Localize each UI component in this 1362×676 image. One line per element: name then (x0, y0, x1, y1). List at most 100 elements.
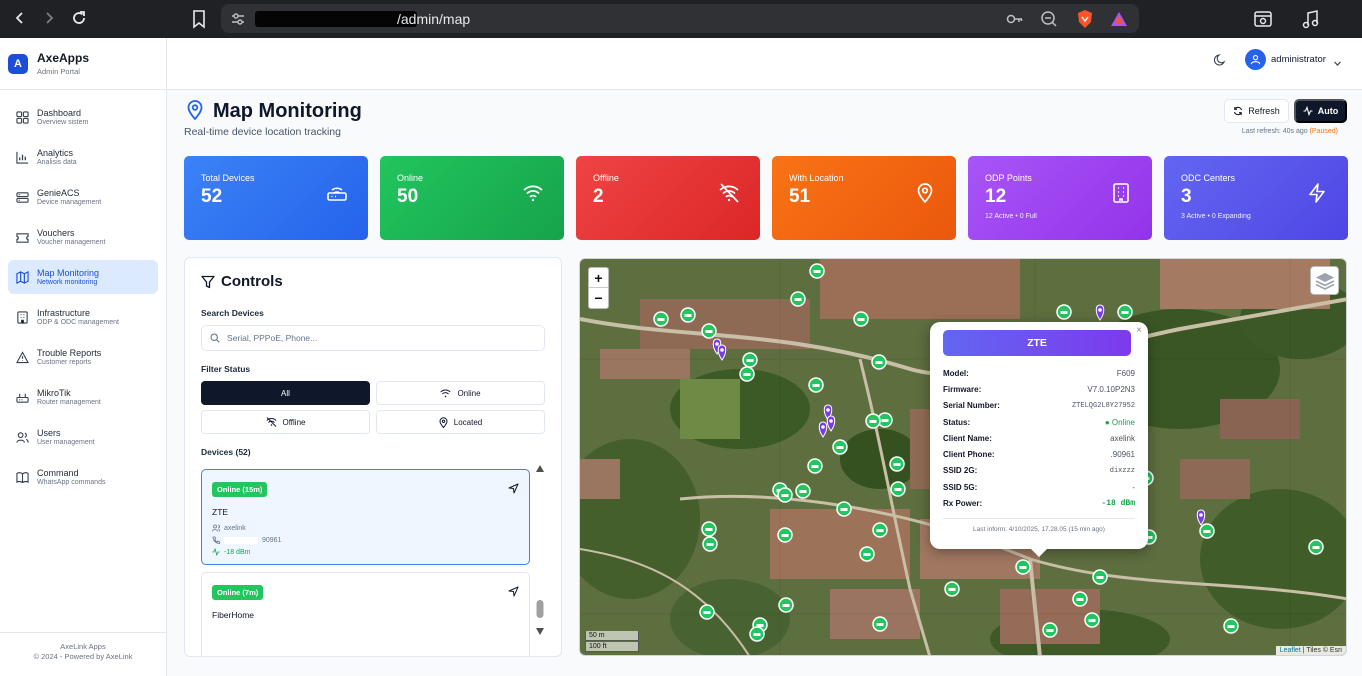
onu-marker[interactable] (777, 527, 793, 543)
auto-refresh-button[interactable]: Auto (1294, 99, 1347, 123)
address-bar[interactable]: /admin/map (221, 4, 1139, 33)
refresh-button[interactable]: Refresh (1224, 99, 1289, 123)
onu-marker[interactable] (853, 311, 869, 327)
device-list-item[interactable]: Online (15m) ZTE axelink 90961 -18 dBm (201, 469, 530, 565)
onu-marker[interactable] (1072, 591, 1088, 607)
filter-online-button[interactable]: Online (376, 381, 545, 405)
sidebar-item-infrastructure[interactable]: Infrastructure ODP & ODC management (8, 300, 158, 334)
navigate-icon[interactable] (508, 481, 519, 494)
chevron-down-icon[interactable] (1333, 55, 1342, 66)
zoom-out-button[interactable]: − (589, 288, 608, 308)
username[interactable]: administrator (1271, 54, 1326, 65)
onu-marker[interactable] (701, 521, 717, 537)
close-icon[interactable]: × (1136, 325, 1142, 336)
onu-marker[interactable] (832, 439, 848, 455)
controls-panel: Controls Search Devices Filter Status Al… (184, 257, 562, 657)
onu-marker[interactable] (701, 323, 717, 339)
onu-marker[interactable] (1092, 569, 1108, 585)
onu-marker[interactable] (807, 458, 823, 474)
onu-marker[interactable] (1117, 304, 1133, 320)
brave-shield-icon[interactable] (1075, 9, 1095, 29)
sidebar-item-mikrotik[interactable]: MikroTik Router management (8, 380, 158, 414)
popup-row: Status: ● Online (943, 414, 1135, 430)
device-list-scrollbar[interactable] (535, 464, 545, 642)
device-user: axelink (212, 524, 519, 532)
bar-chart-icon (16, 151, 29, 164)
sidebar-item-trouble-reports[interactable]: Trouble Reports Customer reports (8, 340, 158, 374)
site-settings-icon[interactable] (229, 10, 247, 28)
sidebar-item-analytics[interactable]: Analytics Analisis data (8, 140, 158, 174)
onu-marker[interactable] (1199, 523, 1215, 539)
router-icon (326, 182, 348, 204)
brand[interactable]: A AxeApps Admin Portal (0, 38, 166, 90)
onu-marker[interactable] (653, 311, 669, 327)
onu-marker[interactable] (1084, 612, 1100, 628)
brave-rewards-icon[interactable] (1109, 9, 1129, 29)
sidebar-item-genieacs[interactable]: GenieACS Device management (8, 180, 158, 214)
reload-icon[interactable] (64, 3, 94, 33)
filter-located-button[interactable]: Located (376, 410, 545, 434)
onu-marker[interactable] (1015, 559, 1031, 575)
onu-marker[interactable] (872, 616, 888, 632)
zoom-out-icon[interactable] (1039, 9, 1059, 29)
sidebar-item-sub: Analisis data (37, 159, 77, 166)
onu-marker[interactable] (865, 413, 881, 429)
filter-offline-button[interactable]: Offline (201, 410, 370, 434)
sidebar-item-sub: Overview sistem (37, 119, 89, 126)
brand-logo: A (8, 53, 28, 74)
wifi-icon (440, 389, 451, 397)
onu-marker[interactable] (808, 377, 824, 393)
key-icon[interactable] (1005, 9, 1025, 29)
page-title: Map Monitoring (213, 100, 362, 122)
theme-toggle-moon-icon[interactable] (1213, 53, 1227, 67)
onu-marker[interactable] (871, 354, 887, 370)
map-icon (16, 270, 29, 284)
onu-marker[interactable] (890, 481, 906, 497)
onu-marker[interactable] (680, 307, 696, 323)
onu-marker[interactable] (836, 501, 852, 517)
onu-marker[interactable] (739, 366, 755, 382)
sidebar-item-users[interactable]: Users User management (8, 420, 158, 454)
popup-value: dixzzz (1109, 466, 1135, 475)
onu-marker[interactable] (1223, 618, 1239, 634)
onu-marker[interactable] (749, 626, 765, 642)
onu-marker[interactable] (809, 263, 825, 279)
onu-marker[interactable] (699, 604, 715, 620)
onu-marker[interactable] (778, 597, 794, 613)
screenshot-icon[interactable] (1252, 8, 1274, 30)
search-input[interactable] (227, 333, 527, 343)
onu-marker[interactable] (702, 536, 718, 552)
onu-marker[interactable] (889, 456, 905, 472)
media-icon[interactable] (1300, 8, 1322, 30)
sidebar-item-vouchers[interactable]: Vouchers Voucher management (8, 220, 158, 254)
zoom-in-button[interactable]: + (589, 268, 608, 288)
back-icon[interactable] (5, 3, 35, 33)
user-icon (1250, 55, 1261, 65)
onu-marker[interactable] (777, 487, 793, 503)
sidebar-item-dashboard[interactable]: Dashboard Overview sistem (8, 100, 158, 134)
sidebar-item-map-monitoring[interactable]: Map Monitoring Network monitoring (8, 260, 158, 294)
onu-marker[interactable] (790, 291, 806, 307)
users-icon (16, 431, 29, 443)
bookmark-icon[interactable] (188, 8, 210, 30)
device-list-item[interactable]: Online (7m) FiberHome (201, 572, 530, 656)
onu-marker[interactable] (1056, 304, 1072, 320)
onu-marker[interactable] (872, 522, 888, 538)
avatar[interactable] (1245, 49, 1266, 70)
forward-icon[interactable] (34, 3, 64, 33)
layers-button[interactable] (1310, 266, 1339, 295)
popup-key: Rx Power: (943, 499, 983, 509)
onu-marker[interactable] (1042, 622, 1058, 638)
map-view[interactable]: + − 50 m 100 ft Leaflet | Tiles © Esri ×… (579, 258, 1347, 656)
onu-marker[interactable] (1308, 539, 1324, 555)
device-name: ZTE (212, 507, 229, 517)
onu-marker[interactable] (742, 352, 758, 368)
filter-all-button[interactable]: All (201, 381, 370, 405)
onu-marker[interactable] (944, 581, 960, 597)
onu-marker[interactable] (859, 546, 875, 562)
stat-sub: 12 Active • 0 Full (985, 213, 1037, 220)
navigate-icon[interactable] (508, 584, 519, 597)
sidebar-item-command[interactable]: Command WhatsApp commands (8, 460, 158, 494)
onu-marker[interactable] (795, 483, 811, 499)
leaflet-link[interactable]: Leaflet (1280, 647, 1301, 654)
